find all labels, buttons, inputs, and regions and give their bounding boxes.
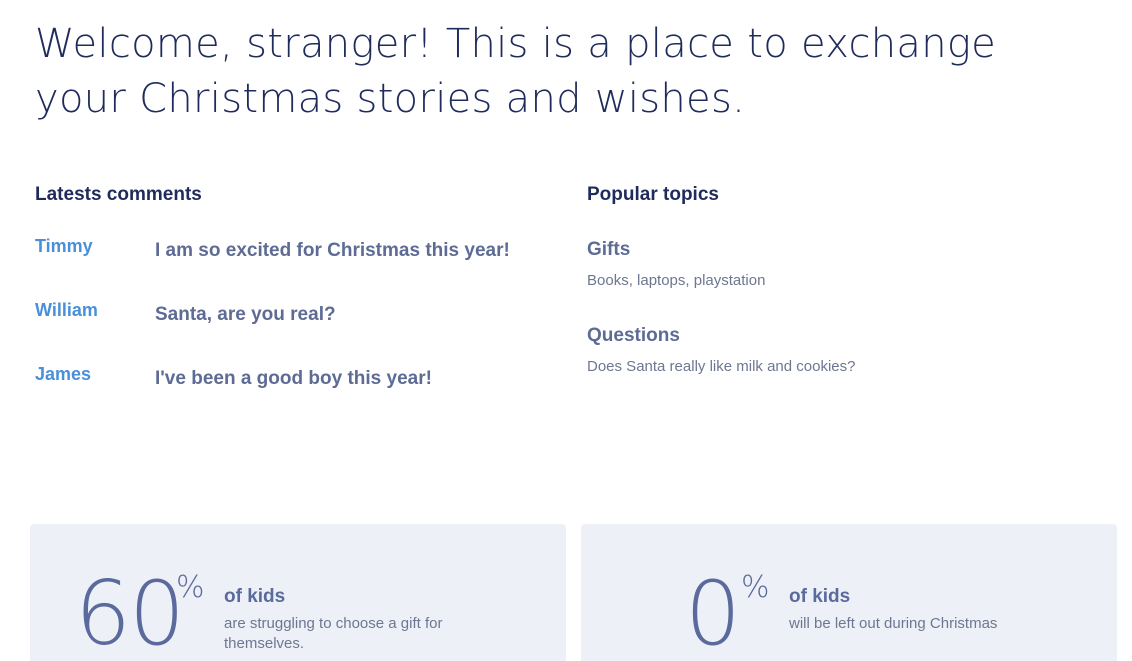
topic-title-link[interactable]: Gifts	[587, 239, 1087, 261]
comment-text: I've been a good boy this year!	[155, 368, 432, 389]
hero-title: Welcome, stranger! This is a place to ex…	[35, 21, 997, 122]
topic-title-link[interactable]: Questions	[587, 325, 1087, 347]
stat-description: are struggling to choose a gift for them…	[224, 615, 443, 652]
stat-card-left-out: 0 % of kids will be left out during Chri…	[581, 524, 1117, 661]
topic-description: Books, laptops, playstation	[587, 272, 766, 289]
stat-label: of kids	[789, 586, 851, 607]
popular-topics-heading: Popular topics	[587, 184, 719, 205]
comment-author-link[interactable]: James	[35, 364, 91, 385]
stat-label: of kids	[224, 586, 286, 607]
stat-description: will be left out during Christmas	[789, 615, 998, 632]
comment-author-link[interactable]: William	[35, 300, 98, 321]
stat-number: 0	[685, 562, 741, 661]
topic-gifts: Gifts Books, laptops, playstation	[587, 239, 1087, 289]
stat-percent-sign: %	[741, 570, 770, 605]
stat-percent-sign: %	[176, 570, 205, 605]
latest-comments-heading: Latests comments	[35, 184, 202, 205]
topic-description: Does Santa really like milk and cookies?	[587, 358, 856, 375]
stat-card-gift-struggle: 60 % of kids are struggling to choose a …	[30, 524, 566, 661]
stat-number: 60	[75, 562, 185, 661]
comment-row: William Santa, are you real?	[35, 300, 555, 340]
comment-row: James I've been a good boy this year!	[35, 364, 555, 404]
comment-author-link[interactable]: Timmy	[35, 236, 93, 257]
comment-row: Timmy I am so excited for Christmas this…	[35, 236, 555, 276]
comment-text: Santa, are you real?	[155, 304, 336, 325]
comment-text: I am so excited for Christmas this year!	[155, 240, 510, 261]
topic-questions: Questions Does Santa really like milk an…	[587, 325, 1087, 375]
page: Welcome, stranger! This is a place to ex…	[0, 0, 1132, 661]
